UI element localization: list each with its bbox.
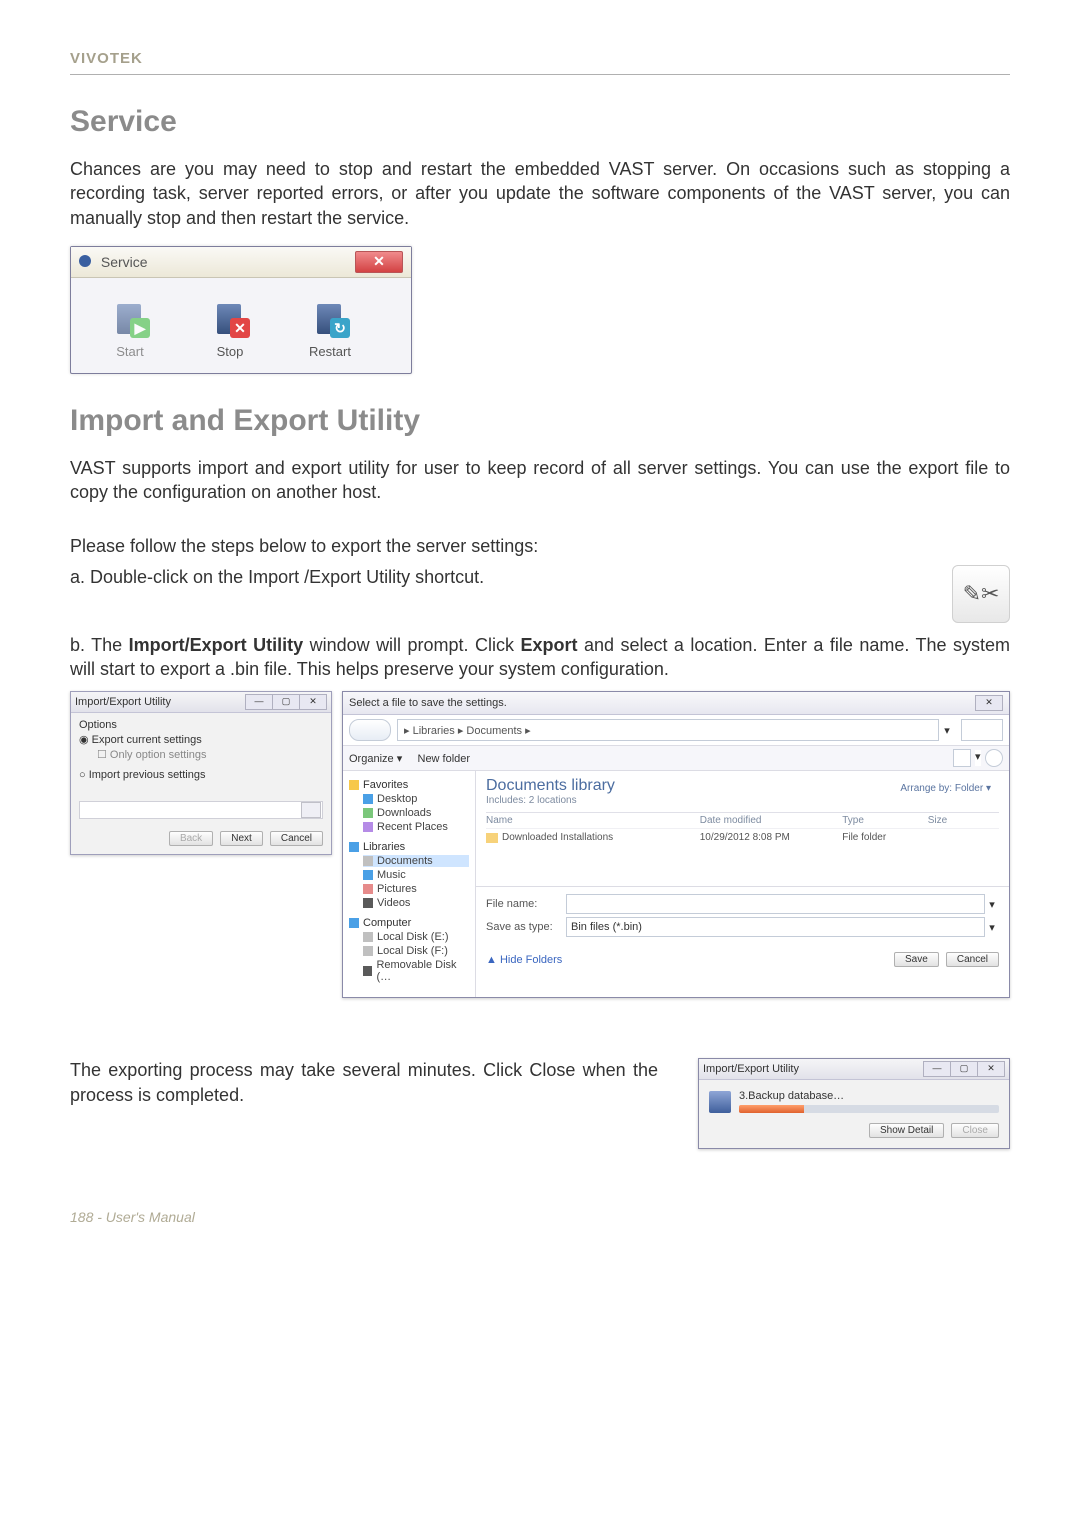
heading-import: Import and Export Utility bbox=[70, 404, 1010, 438]
maximize-icon[interactable]: ▢ bbox=[272, 694, 300, 710]
help-icon[interactable] bbox=[985, 749, 1003, 767]
stop-button[interactable]: ✕ Stop bbox=[195, 296, 265, 359]
steps-intro: Please follow the steps below to export … bbox=[70, 534, 1010, 558]
col-modified[interactable]: Date modified bbox=[700, 815, 843, 826]
progress-step: 3.Backup database… bbox=[739, 1090, 999, 1102]
close-icon[interactable]: ✕ bbox=[299, 694, 327, 710]
nav-back-forward[interactable] bbox=[349, 719, 391, 741]
close-button: Close bbox=[951, 1123, 999, 1138]
progress-dialog: Import/Export Utility — ▢ ✕ 3.Backup dat… bbox=[698, 1058, 1010, 1149]
col-size[interactable]: Size bbox=[928, 815, 999, 826]
next-button[interactable]: Next bbox=[220, 831, 263, 846]
new-folder-button[interactable]: New folder bbox=[418, 753, 471, 765]
service-dialog-title-text: Service bbox=[101, 254, 148, 270]
hide-folders-link[interactable]: ▲ Hide Folders bbox=[486, 954, 562, 966]
col-name[interactable]: Name bbox=[486, 815, 700, 826]
documents-icon bbox=[363, 856, 373, 866]
service-icon bbox=[79, 255, 91, 267]
save-file-dialog: Select a file to save the settings. ✕ ▸ … bbox=[342, 691, 1010, 998]
import-export-shortcut-icon[interactable]: ✎✂ bbox=[952, 565, 1010, 623]
pictures-icon bbox=[363, 884, 373, 894]
view-icon[interactable] bbox=[953, 749, 971, 767]
organize-menu[interactable]: Organize ▾ bbox=[349, 753, 402, 765]
progress-title: Import/Export Utility bbox=[703, 1063, 799, 1075]
page-footer: 188 - User's Manual bbox=[70, 1209, 1010, 1225]
para-service: Chances are you may need to stop and res… bbox=[70, 157, 1010, 230]
restart-icon: ↻ bbox=[330, 318, 350, 338]
nav-tree[interactable]: Favorites Desktop Downloads Recent Place… bbox=[343, 771, 476, 997]
star-icon bbox=[349, 780, 359, 790]
maximize-icon[interactable]: ▢ bbox=[950, 1061, 978, 1077]
close-icon[interactable]: ✕ bbox=[975, 695, 1003, 711]
start-button[interactable]: ▶ Start bbox=[95, 296, 165, 359]
arrange-by[interactable]: Arrange by: Folder ▾ bbox=[900, 783, 991, 794]
computer-icon bbox=[349, 918, 359, 928]
service-dialog: Service ✕ ▶ Start ✕ Stop ↻ Restart bbox=[70, 246, 412, 374]
step-b-bold1: Import/Export Utility bbox=[129, 635, 303, 655]
cancel-button[interactable]: Cancel bbox=[270, 831, 323, 846]
wizard-title: Import/Export Utility bbox=[75, 696, 171, 708]
minimize-icon[interactable]: — bbox=[923, 1061, 951, 1077]
col-type[interactable]: Type bbox=[842, 815, 928, 826]
disk-icon bbox=[363, 932, 373, 942]
step-b-prefix: b. The bbox=[70, 635, 129, 655]
play-icon: ▶ bbox=[130, 318, 150, 338]
heading-service: Service bbox=[70, 105, 1010, 139]
breadcrumb[interactable]: ▸ Libraries ▸ Documents ▸ bbox=[397, 719, 939, 741]
disk-icon bbox=[709, 1091, 731, 1113]
filename-label: File name: bbox=[486, 898, 566, 910]
saveas-label: Save as type: bbox=[486, 921, 566, 933]
disk-icon bbox=[363, 946, 373, 956]
progress-bar bbox=[739, 1105, 999, 1113]
search-input[interactable] bbox=[961, 719, 1003, 741]
step-a: a. Double-click on the Import /Export Ut… bbox=[70, 565, 932, 589]
recent-icon bbox=[363, 822, 373, 832]
options-label: Options bbox=[79, 719, 323, 731]
downloads-icon bbox=[363, 808, 373, 818]
save-dialog-title: Select a file to save the settings. bbox=[349, 697, 507, 709]
step-b-bold2: Export bbox=[520, 635, 577, 655]
close-icon[interactable]: ✕ bbox=[977, 1061, 1005, 1077]
step-b-mid1: window will prompt. Click bbox=[303, 635, 520, 655]
browse-button[interactable] bbox=[301, 802, 321, 818]
show-detail-button[interactable]: Show Detail bbox=[869, 1123, 944, 1138]
brand-label: VIVOTEK bbox=[70, 50, 143, 67]
cancel-button[interactable]: Cancel bbox=[946, 952, 999, 967]
back-button: Back bbox=[169, 831, 213, 846]
progress-para: The exporting process may take several m… bbox=[70, 1058, 658, 1107]
music-icon bbox=[363, 870, 373, 880]
libraries-icon bbox=[349, 842, 359, 852]
close-icon[interactable]: ✕ bbox=[355, 251, 403, 273]
videos-icon bbox=[363, 898, 373, 908]
table-row[interactable]: Downloaded Installations 10/29/2012 8:08… bbox=[486, 829, 999, 846]
service-dialog-title: Service bbox=[79, 254, 148, 270]
restart-label: Restart bbox=[295, 344, 365, 359]
desktop-icon bbox=[363, 794, 373, 804]
stop-icon: ✕ bbox=[230, 318, 250, 338]
step-b: b. The Import/Export Utility window will… bbox=[70, 633, 1010, 682]
filename-field[interactable] bbox=[566, 894, 985, 914]
saveas-field[interactable]: Bin files (*.bin) bbox=[566, 917, 985, 937]
para-import: VAST supports import and export utility … bbox=[70, 456, 1010, 505]
import-export-wizard: Import/Export Utility — ▢ ✕ Options ◉ Ex… bbox=[70, 691, 332, 855]
radio-import[interactable]: ○ Import previous settings bbox=[79, 769, 323, 781]
library-sub: Includes: 2 locations bbox=[486, 795, 999, 806]
save-button[interactable]: Save bbox=[894, 952, 939, 967]
radio-export[interactable]: ◉ Export current settings bbox=[79, 733, 323, 746]
minimize-icon[interactable]: — bbox=[245, 694, 273, 710]
radio-export-sub[interactable]: ☐ Only option settings bbox=[97, 748, 323, 761]
stop-label: Stop bbox=[195, 344, 265, 359]
restart-button[interactable]: ↻ Restart bbox=[295, 296, 365, 359]
removable-icon bbox=[363, 966, 372, 976]
folder-icon bbox=[486, 833, 498, 843]
start-label: Start bbox=[95, 344, 165, 359]
